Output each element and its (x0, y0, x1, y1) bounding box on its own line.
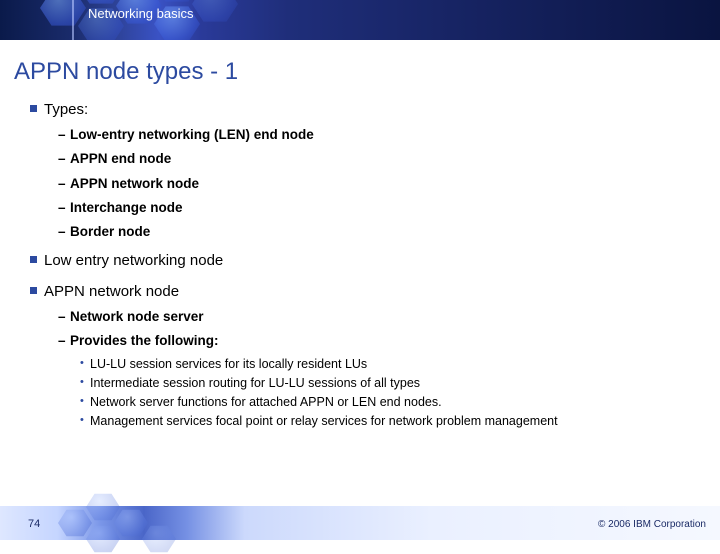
detail-item: LU-LU session services for its locally r… (80, 356, 700, 373)
slide-header: Networking basics (0, 0, 720, 40)
bullet-appn-network-node: APPN network node (30, 282, 700, 302)
header-category: Networking basics (88, 6, 194, 21)
sub-item: APPN end node (58, 150, 700, 168)
header-divider (72, 0, 74, 40)
sub-item: Interchange node (58, 199, 700, 217)
slide-footer: 74 © 2006 IBM Corporation (0, 506, 720, 540)
sub-item: Low-entry networking (LEN) end node (58, 126, 700, 144)
slide-content: Types: Low-entry networking (LEN) end no… (30, 100, 700, 430)
sub-item: Network node server (58, 308, 700, 326)
bullet-len-node: Low entry networking node (30, 251, 700, 271)
copyright: © 2006 IBM Corporation (598, 519, 706, 530)
page-number: 74 (28, 518, 40, 530)
detail-item: Management services focal point or relay… (80, 413, 700, 430)
detail-item: Intermediate session routing for LU-LU s… (80, 375, 700, 392)
slide-title: APPN node types - 1 (14, 58, 720, 86)
sub-item: APPN network node (58, 175, 700, 193)
detail-item: Network server functions for attached AP… (80, 394, 700, 411)
sub-item: Provides the following: (58, 332, 700, 350)
sub-item: Border node (58, 223, 700, 241)
bullet-types: Types: (30, 100, 700, 120)
